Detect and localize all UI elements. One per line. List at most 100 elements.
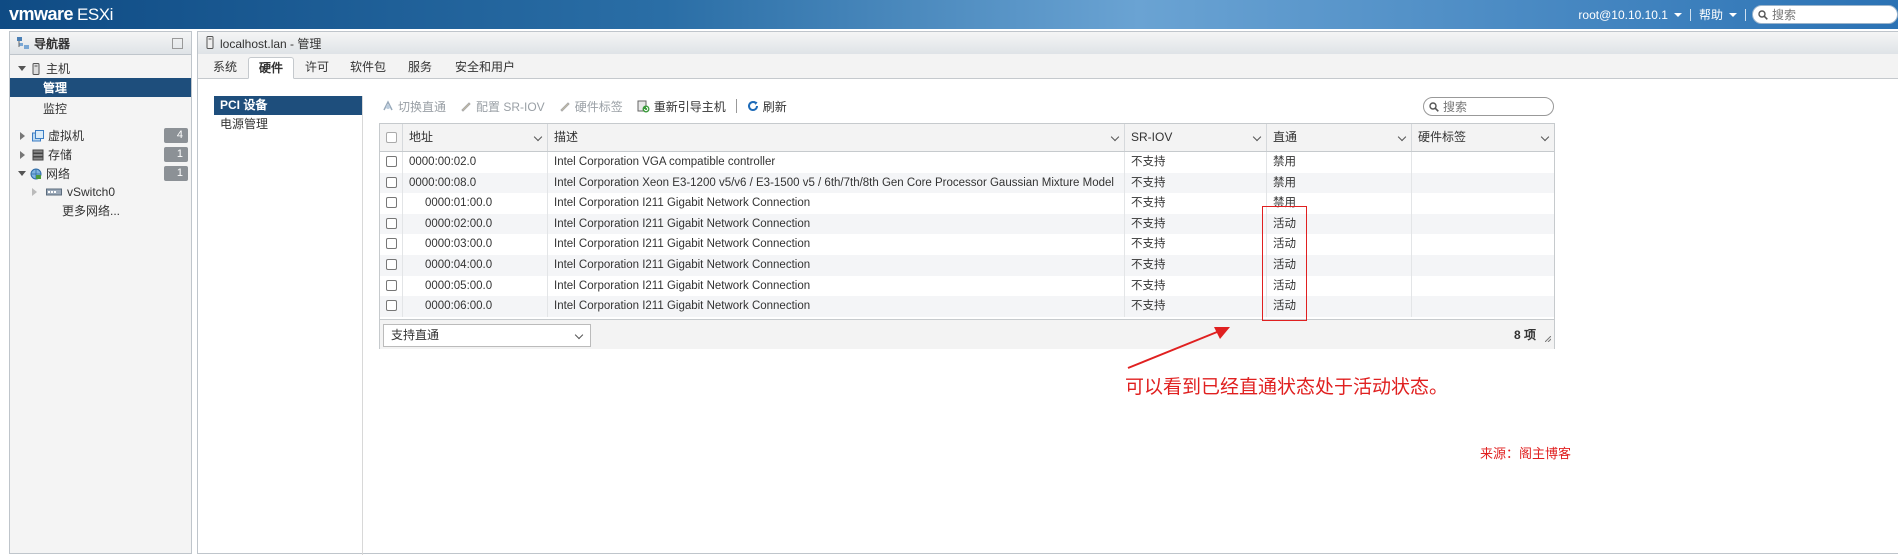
search-placeholder: 搜索 (1443, 100, 1468, 114)
table-row[interactable]: 0000:02:00.0 Intel Corporation I211 Gigab… (380, 213, 1554, 235)
resize-handle-icon[interactable] (1545, 336, 1551, 342)
cell-desc: Intel Corporation I211 Gigabit Network C… (548, 296, 1125, 317)
row-checkbox[interactable] (386, 217, 397, 229)
tab-system[interactable]: 系统 (206, 57, 244, 78)
row-checkbox[interactable] (386, 279, 397, 291)
main-header: localhost.lan - 管理 (198, 32, 1898, 55)
tab-services[interactable]: 服务 (403, 57, 437, 78)
cell-address: 0000:04:00.0 (403, 255, 548, 276)
tree-label: 管理 (43, 81, 68, 95)
row-checkbox[interactable] (386, 156, 397, 167)
search-icon (1758, 9, 1768, 20)
chevron-down-icon[interactable] (1252, 132, 1262, 142)
tree-item-vms[interactable]: 虚拟机 4 (10, 126, 191, 145)
network-icon (30, 168, 42, 179)
row-checkbox[interactable] (386, 238, 397, 250)
cell-desc: Intel Corporation I211 Gigabit Network C… (548, 275, 1125, 297)
table-row[interactable]: 0000:00:02.0 Intel Corporation VGA compat… (380, 152, 1554, 173)
chevron-down-icon[interactable] (533, 132, 543, 142)
expand-icon[interactable] (20, 131, 28, 140)
column-address[interactable]: 地址 (403, 124, 548, 151)
user-menu[interactable]: root@10.10.10.1 (1570, 8, 1690, 22)
expand-icon[interactable] (20, 150, 28, 159)
reboot-host-button[interactable]: 重新引导主机 (637, 98, 726, 115)
column-sriov[interactable]: SR-IOV (1125, 124, 1267, 151)
pci-search-input[interactable]: 搜索 (1423, 97, 1554, 116)
configure-sriov-button[interactable]: 配置 SR-IOV (460, 98, 545, 115)
tree-label: 监控 (43, 102, 68, 116)
table-row[interactable]: 0000:05:00.0 Intel Corporation I211 Gigab… (380, 275, 1554, 297)
filter-value: 支持直通 (391, 328, 440, 342)
storage-icon (32, 149, 44, 160)
tree-item-storage[interactable]: 存储 1 (10, 145, 191, 164)
top-bar: vmware ESXi root@10.10.10.1 帮助 搜索 (0, 0, 1898, 29)
table-row[interactable]: 0000:01:00.0 Intel Corporation I211 Gigab… (380, 193, 1554, 214)
cell-label (1412, 276, 1554, 297)
table-row[interactable]: 0000:04:00.0 Intel Corporation I211 Gigab… (380, 255, 1554, 276)
row-select-cell (380, 213, 403, 235)
cell-address: 0000:00:08.0 (403, 172, 548, 194)
column-hardware-label[interactable]: 硬件标签 (1412, 124, 1554, 151)
tree-item-network[interactable]: 网络 1 (10, 164, 191, 183)
table-row[interactable]: 0000:06:00.0 Intel Corporation I211 Gigab… (380, 296, 1554, 317)
table-row[interactable]: 0000:03:00.0 Intel Corporation I211 Gigab… (380, 234, 1554, 255)
expand-icon[interactable] (18, 66, 26, 71)
hardware-label-button[interactable]: 硬件标签 (559, 98, 623, 115)
watermark-text: 来源：阁主博客 (1480, 447, 1572, 462)
subnav-pci-devices[interactable]: PCI 设备 (214, 96, 362, 115)
tree-item-manage[interactable]: 管理 (10, 78, 191, 97)
tree-item-monitor[interactable]: 监控 (10, 99, 191, 118)
help-label: 帮助 (1698, 8, 1723, 22)
cell-label (1412, 152, 1554, 173)
cell-sriov: 不支持 (1125, 275, 1267, 297)
host-icon (32, 62, 40, 75)
chevron-down-icon[interactable] (1397, 132, 1407, 142)
button-label: 硬件标签 (574, 99, 623, 114)
tab-hardware[interactable]: 硬件 (248, 57, 294, 79)
toolbar-divider (735, 99, 737, 113)
cell-passthru: 禁用 (1267, 152, 1412, 173)
tree-item-more-networks[interactable]: 更多网络... (10, 201, 191, 220)
chevron-down-icon (1729, 12, 1737, 17)
vmware-logo: vmware ESXi (9, 4, 113, 25)
column-passthrough[interactable]: 直通 (1267, 124, 1412, 151)
global-search-input[interactable]: 搜索 (1752, 5, 1898, 24)
table-row[interactable]: 0000:00:08.0 Intel Corporation Xeon E3-12… (380, 172, 1554, 194)
select-all-checkbox[interactable] (386, 132, 397, 143)
row-checkbox[interactable] (386, 300, 397, 312)
count-badge: 1 (164, 147, 188, 162)
tree-label: 存储 (48, 148, 73, 162)
user-label: root@10.10.10.1 (1578, 7, 1668, 22)
search-icon (1429, 101, 1439, 112)
row-checkbox[interactable] (386, 197, 397, 209)
collapse-icon[interactable] (172, 38, 183, 49)
cell-address: 0000:02:00.0 (403, 213, 548, 235)
divider (1745, 8, 1746, 21)
subnav-power-management[interactable]: 电源管理 (214, 115, 362, 134)
row-select-cell (380, 296, 403, 317)
row-select-cell (380, 172, 403, 194)
product-name: ESXi (77, 5, 113, 24)
tab-license[interactable]: 许可 (300, 57, 334, 78)
expand-icon[interactable] (18, 171, 26, 176)
tab-packages[interactable]: 软件包 (345, 57, 391, 78)
row-checkbox[interactable] (386, 259, 397, 270)
navigator-header: 导航器 (10, 32, 191, 55)
column-description[interactable]: 描述 (548, 124, 1125, 151)
chevron-down-icon[interactable] (1110, 132, 1120, 142)
chevron-down-icon[interactable] (1540, 132, 1550, 142)
tree-label: 主机 (46, 62, 71, 76)
passthrough-filter-select[interactable]: 支持直通 (383, 324, 591, 347)
help-menu[interactable]: 帮助 (1691, 6, 1745, 23)
expand-icon[interactable] (32, 187, 40, 196)
row-checkbox[interactable] (386, 176, 397, 188)
navigator-title: 导航器 (34, 36, 71, 51)
tab-security-users[interactable]: 安全和用户 (449, 57, 521, 78)
reboot-icon (637, 100, 650, 112)
tree-item-vswitch0[interactable]: vSwitch0 (10, 182, 191, 201)
count-badge: 4 (164, 128, 188, 143)
vm-icon (32, 129, 44, 141)
tree-item-host[interactable]: 主机 (10, 59, 191, 78)
refresh-button[interactable]: 刷新 (747, 98, 787, 115)
toggle-passthrough-button[interactable]: 切换直通 (382, 98, 446, 115)
